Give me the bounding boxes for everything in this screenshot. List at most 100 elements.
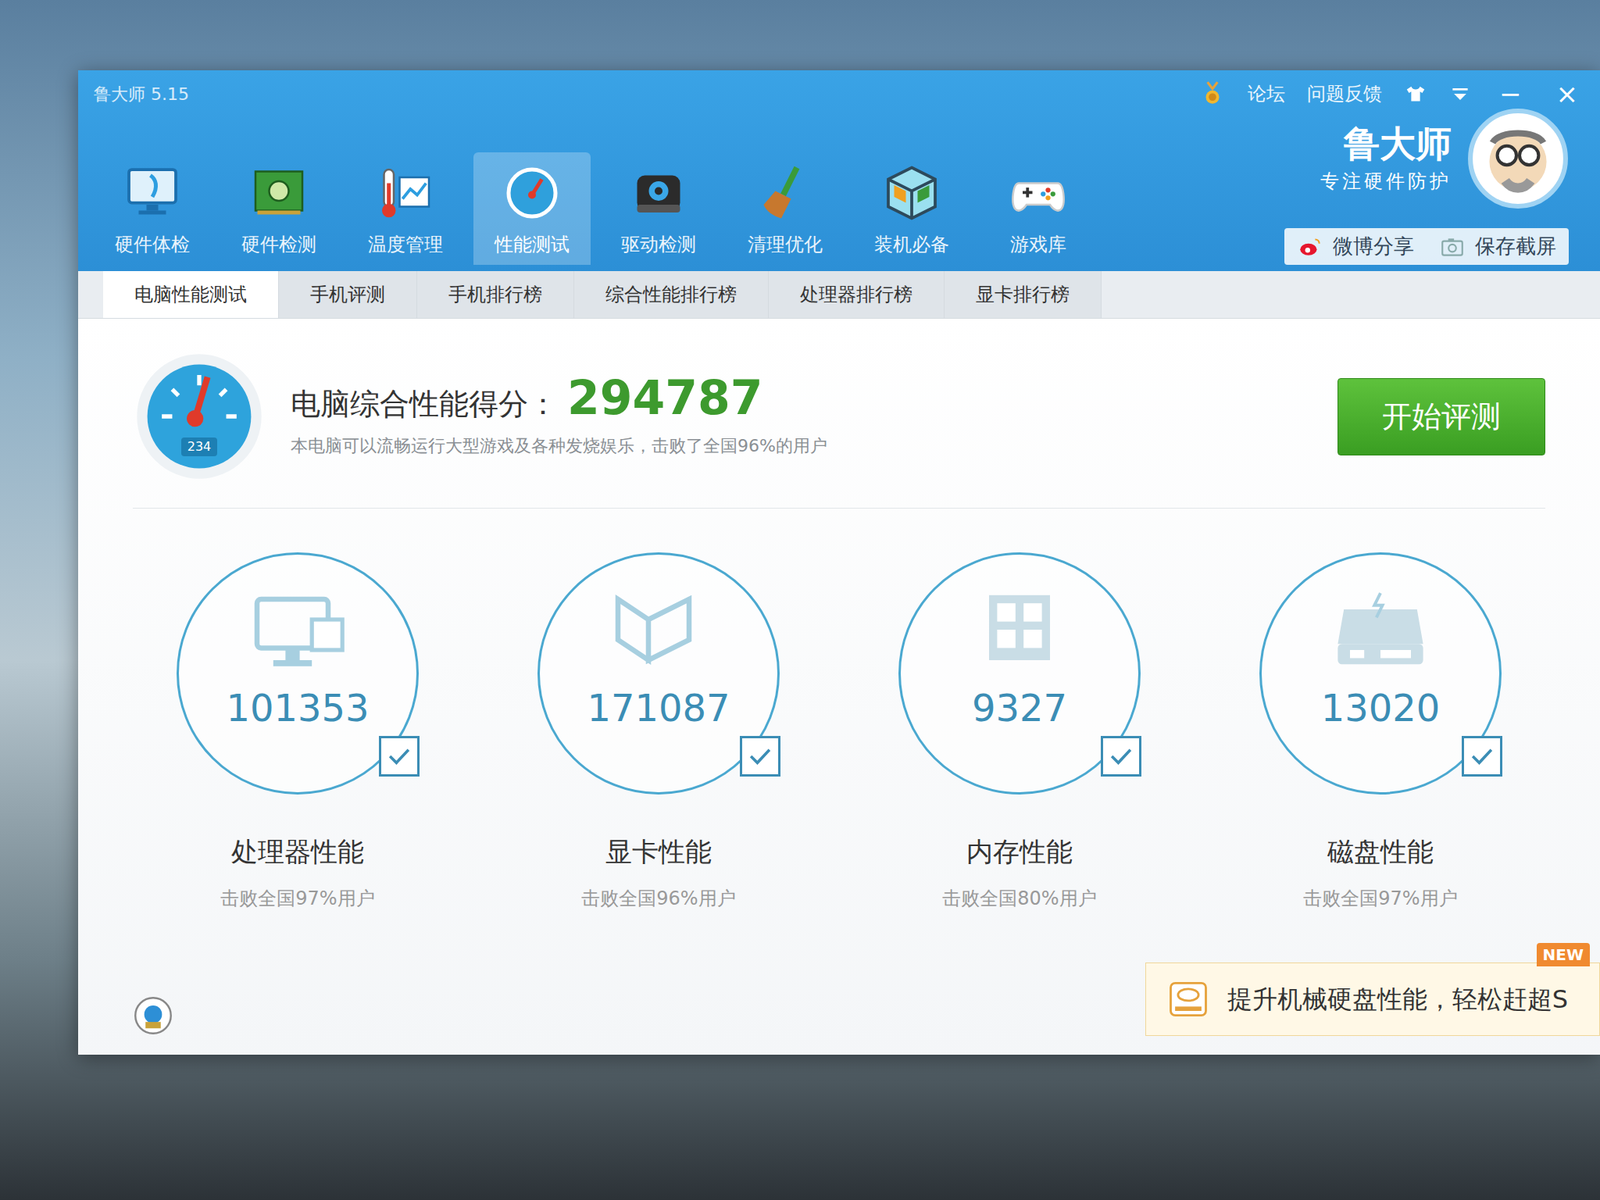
category-card: 9327 内存性能击败全国80%用户 [854, 552, 1185, 913]
brand-area: 鲁大师专注硬件防护微博分享保存截屏 [1284, 107, 1569, 265]
nav-item[interactable]: 硬件检测 [220, 152, 338, 265]
category-grid: 101353处理器性能击败全国97%用户 171087 显卡性能击败全国96%用户 9… [132, 508, 1546, 944]
tab-label: 综合性能排行榜 [605, 283, 737, 306]
tab[interactable]: 处理器排行榜 [768, 271, 945, 318]
promo-banner[interactable]: 提升机械硬盘性能，轻松赶超SNEW [1145, 962, 1600, 1036]
nav-label: 装机必备 [874, 230, 950, 259]
check-icon [1106, 741, 1136, 772]
close-button[interactable]: × [1550, 80, 1586, 108]
tab[interactable]: 电脑性能测试 [103, 271, 279, 318]
category-rank: 击败全国80%用户 [942, 884, 1097, 913]
tab-label: 电脑性能测试 [134, 283, 247, 306]
category-ring: 101353 [176, 552, 419, 795]
top-links: 论坛问题反馈 −× [1199, 79, 1585, 108]
category-ring: 171087 [537, 552, 780, 795]
brand: 鲁大师专注硬件防护 [1320, 107, 1569, 210]
skin-icon [1403, 82, 1428, 106]
app-window: 鲁大师 5.15 论坛问题反馈 −× 硬件体检硬件检测 温度管理 性能测试 驱动检测 清理优化… [78, 70, 1600, 1055]
category-score: 9327 [971, 689, 1068, 758]
tab-label: 显卡排行榜 [975, 283, 1070, 306]
nav-item[interactable]: 性能测试 [473, 152, 591, 265]
save-screenshot[interactable]: 保存截屏 [1439, 231, 1557, 262]
category-checkbox[interactable] [1461, 735, 1503, 777]
category-name: 内存性能 [966, 807, 1073, 872]
category-ring: 13020 [1259, 552, 1502, 795]
disk-icon [1329, 589, 1432, 671]
weibo-share[interactable]: 微博分享 [1296, 231, 1415, 262]
gauge-icon [500, 161, 564, 225]
new-badge: NEW [1536, 942, 1590, 967]
medal-icon [1199, 80, 1226, 108]
nav-item[interactable]: 游戏库 [979, 152, 1097, 265]
category-card: 171087 显卡性能击败全国96%用户 [493, 552, 824, 913]
category-rank: 击败全国96%用户 [581, 884, 736, 913]
gamepad-icon [1007, 161, 1070, 225]
bottom-bar: 提升机械硬盘性能，轻松赶超SNEW [132, 943, 1546, 1036]
camera-icon [1439, 233, 1466, 261]
tab[interactable]: 显卡排行榜 [944, 271, 1102, 318]
tab-label: 手机排行榜 [448, 283, 543, 306]
thermometer-icon [374, 161, 437, 225]
start-button-label: 开始评测 [1382, 399, 1501, 434]
menu-icon [1449, 82, 1472, 105]
computer-cpu-icon [246, 589, 349, 671]
category-ring: 9327 [898, 552, 1141, 795]
desktop-wallpaper: 鲁大师 5.15 论坛问题反馈 −× 硬件体检硬件检测 温度管理 性能测试 驱动检测 清理优化… [0, 0, 1600, 1200]
category-rank: 击败全国97%用户 [220, 884, 375, 913]
category-score: 101353 [225, 689, 369, 758]
category-checkbox[interactable] [1100, 735, 1142, 777]
category-name: 显卡性能 [605, 807, 712, 872]
score-row: 234 电脑综合性能得分：294787 本电脑可以流畅运行大型游戏及各种发烧娱乐，击… [132, 350, 1546, 509]
score-value: 294787 [567, 374, 764, 422]
nav-label: 驱动检测 [621, 230, 697, 259]
nav-label: 硬件检测 [241, 230, 317, 259]
graphics-card-icon [607, 589, 710, 671]
top-link[interactable]: 论坛 [1247, 79, 1286, 108]
board-icon [247, 161, 311, 225]
check-icon [384, 741, 415, 772]
score-label: 电脑综合性能得分： [290, 382, 558, 427]
category-name: 磁盘性能 [1327, 807, 1434, 872]
tab-label: 处理器排行榜 [800, 283, 913, 306]
tab[interactable]: 综合性能排行榜 [574, 271, 769, 318]
tab[interactable]: 手机评测 [278, 271, 418, 318]
share-label: 微博分享 [1332, 231, 1415, 262]
share-bar: 微博分享保存截屏 [1284, 228, 1569, 265]
nav-item[interactable]: 温度管理 [346, 152, 465, 265]
header: 鲁大师 5.15 论坛问题反馈 −× 硬件体检硬件检测 温度管理 性能测试 驱动检测 清理优化… [78, 70, 1600, 272]
nav-label: 性能测试 [494, 230, 570, 259]
window-title: 鲁大师 5.15 [93, 81, 190, 108]
broom-icon [753, 161, 817, 225]
minimize-button[interactable]: − [1492, 80, 1529, 108]
check-icon [745, 741, 775, 772]
nav-label: 清理优化 [747, 230, 823, 259]
gauge-readout: 234 [132, 437, 266, 457]
tab[interactable]: 手机排行榜 [417, 271, 575, 318]
content: 234 电脑综合性能得分：294787 本电脑可以流畅运行大型游戏及各种发烧娱乐，击… [78, 318, 1600, 1055]
brand-slogan: 专注硬件防护 [1320, 167, 1452, 196]
nav-item[interactable]: 驱动检测 [600, 152, 718, 265]
tab-bar: 电脑性能测试 手机评测 手机排行榜 综合性能排行榜 处理器排行榜 显卡排行榜 [78, 271, 1600, 319]
title-bar: 鲁大师 5.15 论坛问题反馈 −× [78, 70, 1600, 108]
top-link[interactable]: 问题反馈 [1307, 79, 1383, 108]
nav-label: 温度管理 [367, 230, 443, 259]
nav-item[interactable]: 装机必备 [853, 152, 971, 265]
start-button[interactable]: 开始评测 [1337, 378, 1546, 456]
hard-disk-icon [1164, 975, 1212, 1023]
brand-name: 鲁大师 [1343, 121, 1452, 168]
category-rank: 击败全国97%用户 [1303, 884, 1458, 913]
score-summary: 234 电脑综合性能得分：294787 本电脑可以流畅运行大型游戏及各种发烧娱乐，击… [132, 350, 828, 483]
gauge-text: 234 [181, 437, 218, 457]
category-checkbox[interactable] [739, 735, 781, 777]
memory-icon [968, 589, 1071, 671]
nav-list: 硬件体检硬件检测 温度管理 性能测试 驱动检测 清理优化 装机必备 游戏库 [93, 152, 1097, 265]
nav-item[interactable]: 硬件体检 [93, 152, 211, 265]
monitor-icon [121, 161, 184, 225]
category-card: 101353处理器性能击败全国97%用户 [132, 552, 463, 913]
category-checkbox[interactable] [378, 735, 420, 777]
weibo-icon [1296, 233, 1324, 261]
category-score: 13020 [1321, 689, 1441, 758]
score-description: 本电脑可以流畅运行大型游戏及各种发烧娱乐，击败了全国96%的用户 [290, 432, 828, 459]
nav-item[interactable]: 清理优化 [726, 152, 844, 265]
nav-label: 游戏库 [1010, 230, 1067, 259]
